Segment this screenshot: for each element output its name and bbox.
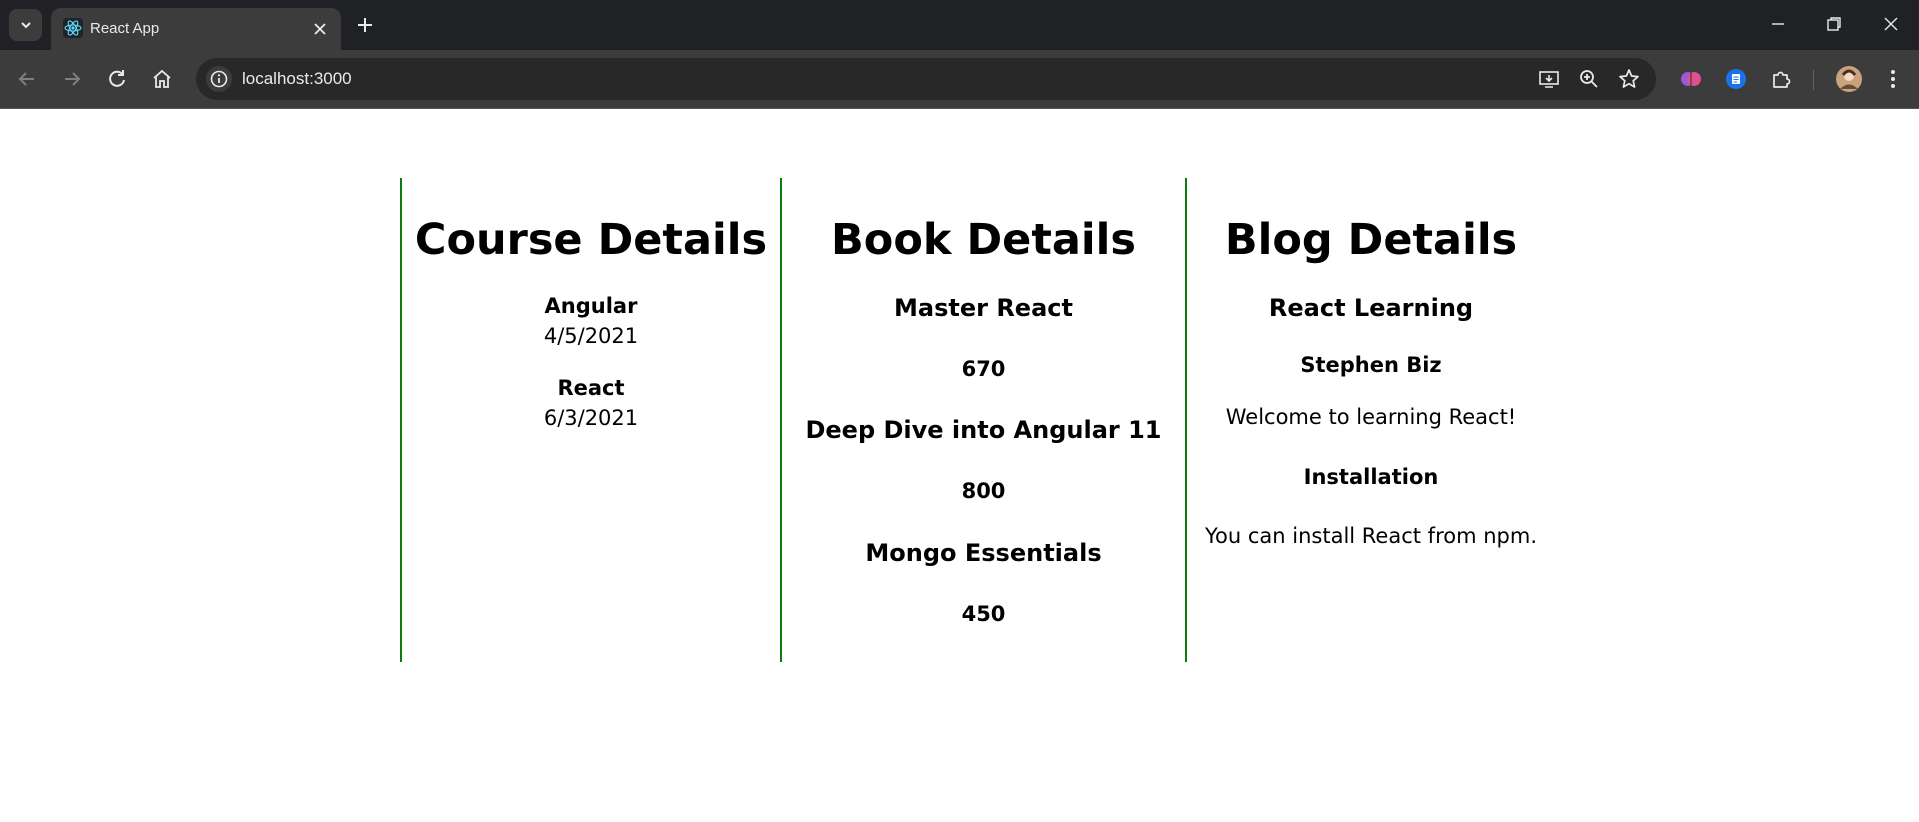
blog-post-content: You can install React from npm. (1204, 524, 1537, 548)
info-icon (210, 70, 228, 88)
arrow-left-icon[interactable] (14, 66, 40, 92)
blog-details-section: Blog Details React Learning Stephen Biz … (1185, 178, 1555, 662)
kebab-menu-icon[interactable] (1880, 66, 1906, 92)
book-details-section: Book Details Master React 670 Deep Dive … (780, 178, 1185, 662)
zoom-icon[interactable] (1577, 67, 1601, 91)
arrow-right-icon[interactable] (59, 66, 85, 92)
browser-toolbar: localhost:3000 (0, 50, 1919, 108)
react-logo-icon (63, 18, 83, 38)
install-app-icon[interactable] (1537, 67, 1561, 91)
tab-title: React App (90, 20, 160, 37)
url-text[interactable]: localhost:3000 (242, 69, 352, 89)
course-item: React 6/3/2021 (402, 373, 780, 433)
home-icon[interactable] (149, 66, 175, 92)
course-name: React (557, 376, 625, 400)
toolbar-separator (1813, 70, 1814, 90)
course-details-section: Course Details Angular 4/5/2021 React 6/… (400, 178, 780, 662)
blog-post-content: Welcome to learning React! (1225, 405, 1517, 429)
page-content: Course Details Angular 4/5/2021 React 6/… (0, 109, 1919, 822)
new-tab-button[interactable] (354, 14, 376, 36)
course-date: 6/3/2021 (543, 406, 639, 430)
close-window-icon[interactable] (1880, 13, 1902, 35)
blog-post-author: Stephen Biz (1300, 353, 1442, 377)
course-details-heading: Course Details (414, 215, 768, 265)
blog-details-heading: Blog Details (1224, 215, 1518, 265)
book-details-heading: Book Details (831, 215, 1136, 265)
browser-titlebar: React App (0, 0, 1919, 50)
address-bar[interactable]: localhost:3000 (196, 58, 1656, 100)
blog-post-title: Installation (1303, 465, 1439, 489)
minimize-icon[interactable] (1767, 13, 1789, 35)
docs-extension-icon[interactable] (1723, 66, 1749, 92)
book-name: Master React (894, 294, 1073, 322)
star-icon[interactable] (1617, 67, 1641, 91)
brain-extension-icon[interactable] (1678, 66, 1704, 92)
reload-icon[interactable] (104, 66, 130, 92)
chevron-down-icon (20, 22, 31, 29)
avatar[interactable] (1835, 65, 1863, 93)
blog-post-title: React Learning (1268, 294, 1474, 322)
book-name: Deep Dive into Angular 11 (805, 416, 1162, 444)
course-date: 4/5/2021 (543, 324, 639, 348)
course-item: Angular 4/5/2021 (402, 291, 780, 351)
close-icon[interactable] (311, 20, 329, 38)
book-price: 800 (961, 479, 1006, 503)
browser-tab[interactable]: React App (51, 8, 341, 50)
tab-search-button[interactable] (9, 9, 42, 41)
restore-icon[interactable] (1823, 13, 1845, 35)
course-name: Angular (544, 294, 638, 318)
book-name: Mongo Essentials (865, 539, 1102, 567)
book-price: 450 (961, 602, 1006, 626)
puzzle-icon[interactable] (1768, 66, 1794, 92)
site-info-button[interactable] (206, 66, 232, 92)
book-price: 670 (961, 357, 1006, 381)
